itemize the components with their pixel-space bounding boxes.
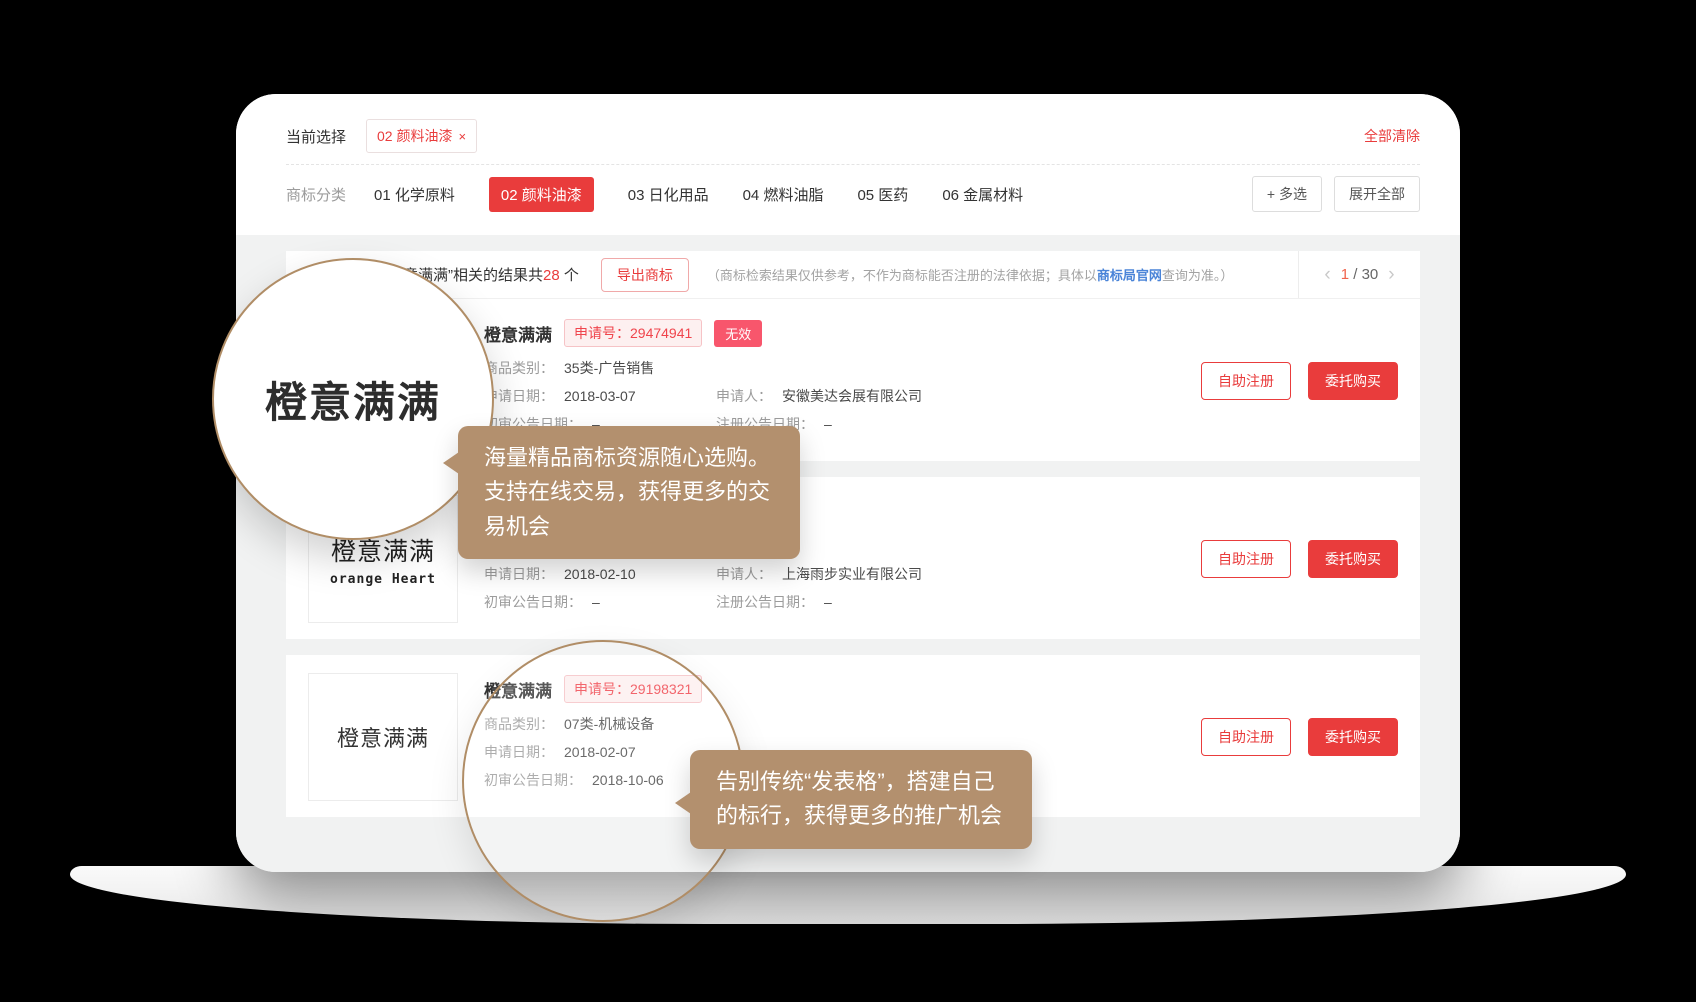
disclaimer-prefix: （商标检索结果仅供参考，不作为商标能否注册的法律依据；具体以 xyxy=(707,268,1097,283)
first-notice-value: – xyxy=(592,593,600,612)
category-item-02-selected[interactable]: 02 颜料油漆 xyxy=(489,177,594,212)
apply-no-value: 29474941 xyxy=(630,325,692,341)
thumbnail-text: 橙意满满 xyxy=(337,721,429,753)
self-register-button[interactable]: 自助注册 xyxy=(1201,362,1291,400)
selected-filter-chip[interactable]: 02 颜料油漆 × xyxy=(366,119,477,153)
filter-panel: 当前选择 02 颜料油漆 × 全部清除 商标分类 01 化学原料 02 颜料油漆… xyxy=(236,94,1460,235)
summary-count: 28 xyxy=(543,267,560,284)
row-detail: 橙意满满 申请号：29474941 无效 商品类别： 35类-广告销售 申请日期：… xyxy=(484,317,1181,443)
laptop-base xyxy=(70,866,1626,924)
detail-line: 申请日期： 2018-03-07 申请人： 安徽美达会展有限公司 xyxy=(484,387,1181,406)
page-separator: / xyxy=(1353,266,1357,283)
trademark-office-link[interactable]: 商标局官网 xyxy=(1097,268,1162,283)
trademark-name[interactable]: 橙意满满 xyxy=(484,321,552,346)
reg-notice-value: – xyxy=(824,415,832,434)
row-actions: 自助注册 委托购买 xyxy=(1181,540,1398,578)
category-item-06[interactable]: 06 金属材料 xyxy=(942,184,1023,205)
tooltip-resource: 海量精品商标资源随心选购。支持在线交易，获得更多的交易机会 xyxy=(458,426,800,559)
category-value: 35类-广告销售 xyxy=(564,359,654,378)
prev-page-icon[interactable]: ‹ xyxy=(1324,265,1330,284)
clear-all-button[interactable]: 全部清除 xyxy=(1364,126,1420,146)
current-selection-row: 当前选择 02 颜料油漆 × 全部清除 xyxy=(286,112,1420,160)
expand-all-button[interactable]: 展开全部 xyxy=(1334,176,1420,212)
application-number-badge: 申请号：29474941 xyxy=(564,319,702,347)
thumbnail-subtext: orange Heart xyxy=(330,572,436,587)
selected-filter-chip-label: 02 颜料油漆 xyxy=(377,126,452,146)
category-label: 商品类别： xyxy=(484,359,554,378)
trademark-thumbnail[interactable]: 橙意满满 xyxy=(308,673,458,801)
page-background: 当前选择 02 颜料油漆 × 全部清除 商标分类 01 化学原料 02 颜料油漆… xyxy=(0,0,1696,1002)
results-header: 为您检索到“橙意满满”相关的结果共28 个 导出商标 （商标检索结果仅供参考，不… xyxy=(286,251,1420,299)
category-item-03[interactable]: 03 日化用品 xyxy=(628,184,709,205)
applicant-value: 安徽美达会展有限公司 xyxy=(782,387,922,406)
multi-select-button[interactable]: + 多选 xyxy=(1252,176,1322,212)
tooltip-promotion: 告别传统“发表格”，搭建自己的标行，获得更多的推广机会 xyxy=(690,750,1032,849)
detail-line: 初审公告日期：– 注册公告日期：– xyxy=(484,593,1181,612)
total-pages: 30 xyxy=(1362,266,1379,283)
pagination-value: 1 / 30 xyxy=(1341,266,1379,283)
apply-no-label: 申请号： xyxy=(574,325,630,341)
table-row: 橙意满满 orange Heart 橙意满满 申请号：29482153 已注册 … xyxy=(286,477,1420,639)
row-actions: 自助注册 委托购买 xyxy=(1181,362,1398,400)
detail-line: 申请日期： 2018-02-10 申请人： 上海雨步实业有限公司 xyxy=(484,565,1181,584)
applicant-label: 申请人： xyxy=(716,565,772,584)
row-title-line: 橙意满满 申请号：29474941 无效 xyxy=(484,319,1181,347)
apply-date-label: 申请日期： xyxy=(484,565,554,584)
summary-suffix: 个 xyxy=(560,267,579,284)
category-item-05[interactable]: 05 医药 xyxy=(857,184,908,205)
row-actions: 自助注册 委托购买 xyxy=(1181,718,1398,756)
apply-date-value: 2018-03-07 xyxy=(564,387,636,406)
entrust-buy-button[interactable]: 委托购买 xyxy=(1308,362,1398,400)
applicant-value: 上海雨步实业有限公司 xyxy=(782,565,922,584)
applicant-label: 申请人： xyxy=(716,387,772,406)
category-list: 01 化学原料 02 颜料油漆 03 日化用品 04 燃料油脂 05 医药 06… xyxy=(374,177,1023,212)
category-row: 商标分类 01 化学原料 02 颜料油漆 03 日化用品 04 燃料油脂 05 … xyxy=(286,165,1420,223)
self-register-button[interactable]: 自助注册 xyxy=(1201,718,1291,756)
next-page-icon[interactable]: › xyxy=(1388,265,1394,284)
remove-filter-icon[interactable]: × xyxy=(458,129,466,144)
category-actions: + 多选 展开全部 xyxy=(1252,176,1420,212)
reg-notice-value: – xyxy=(824,593,832,612)
magnifier-circle: 橙意满满 xyxy=(212,258,494,540)
disclaimer-suffix: 查询为准。） xyxy=(1162,268,1234,283)
current-selection-label: 当前选择 xyxy=(286,126,346,147)
apply-date-value: 2018-02-10 xyxy=(564,565,636,584)
category-row-label: 商标分类 xyxy=(286,184,346,205)
category-item-04[interactable]: 04 燃料油脂 xyxy=(743,184,824,205)
export-trademark-button[interactable]: 导出商标 xyxy=(601,258,689,292)
pagination: ‹ 1 / 30 › xyxy=(1298,251,1420,298)
entrust-buy-button[interactable]: 委托购买 xyxy=(1308,540,1398,578)
self-register-button[interactable]: 自助注册 xyxy=(1201,540,1291,578)
entrust-buy-button[interactable]: 委托购买 xyxy=(1308,718,1398,756)
detail-line: 商品类别： 35类-广告销售 xyxy=(484,359,1181,378)
reg-notice-label: 注册公告日期： xyxy=(716,593,814,612)
apply-date-label: 申请日期： xyxy=(484,387,554,406)
magnified-trademark-text: 橙意满满 xyxy=(265,369,441,430)
status-badge: 无效 xyxy=(714,320,762,347)
results-block-2: 橙意满满 orange Heart 橙意满满 申请号：29482153 已注册 … xyxy=(286,477,1420,639)
disclaimer-text: （商标检索结果仅供参考，不作为商标能否注册的法律依据；具体以商标局官网查询为准。… xyxy=(707,265,1234,284)
first-notice-label: 初审公告日期： xyxy=(484,593,582,612)
category-item-01[interactable]: 01 化学原料 xyxy=(374,184,455,205)
current-page: 1 xyxy=(1341,266,1349,283)
